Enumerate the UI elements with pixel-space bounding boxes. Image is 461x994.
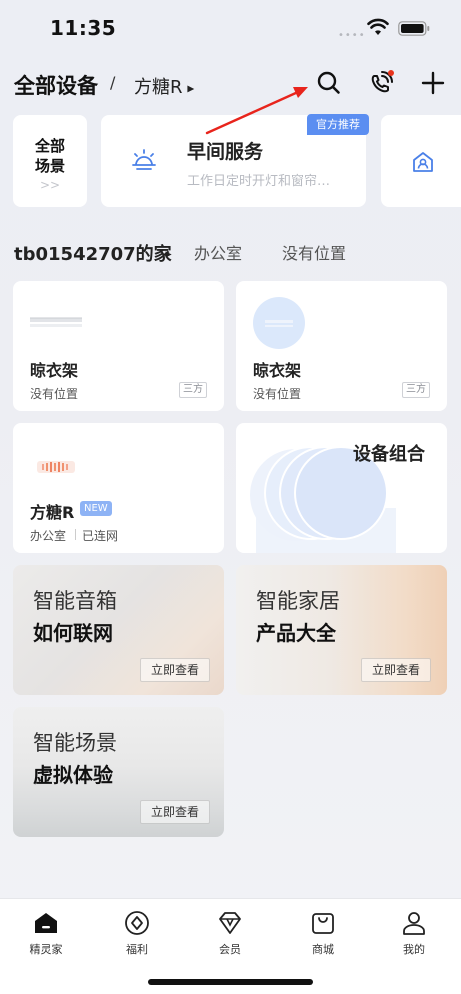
device-status: 已连网 xyxy=(82,529,119,543)
service-name: 早间服务 xyxy=(187,141,264,163)
speaker-image xyxy=(37,461,75,473)
promo-speaker-setup[interactable]: 智能音箱 如何联网 立即查看 xyxy=(13,565,224,695)
device-card-drying-rack-1[interactable]: 晾衣架 没有位置 三方 xyxy=(13,281,224,411)
device-card-drying-rack-2[interactable]: 晾衣架 没有位置 三方 xyxy=(236,281,447,411)
device-card-fangtang-r[interactable]: 方糖R NEW 办公室 已连网 xyxy=(13,423,224,553)
home-outline-icon xyxy=(413,152,433,172)
device-name: 晾衣架 xyxy=(30,361,79,380)
voice-call-icon[interactable] xyxy=(366,68,396,98)
dropdown-arrow-icon[interactable]: ▲ xyxy=(165,251,174,257)
status-bar: 11:35 •••• xyxy=(0,0,461,58)
promo-smart-home-products[interactable]: 智能家居 产品大全 立即查看 xyxy=(236,565,447,695)
wifi-icon xyxy=(367,18,389,35)
device-location: 没有位置 xyxy=(253,387,302,401)
official-recommend-badge: 官方推荐 xyxy=(307,114,369,135)
battery-icon xyxy=(398,21,430,36)
home-icon xyxy=(35,913,57,933)
sunrise-icon xyxy=(132,149,156,170)
signal-icon: •••• xyxy=(338,30,366,41)
tab-benefits[interactable]: 福利 xyxy=(107,909,167,957)
current-device-selector[interactable]: 方糖R xyxy=(134,73,183,99)
home-selector[interactable]: tb01542707的家 xyxy=(14,240,172,266)
home-indicator xyxy=(148,979,313,985)
service-description: 工作日定时开灯和窗帘… xyxy=(187,174,331,189)
gift-diamond-icon xyxy=(125,911,149,935)
view-now-button[interactable]: 立即查看 xyxy=(361,658,431,682)
promo-title: 智能家居 xyxy=(256,589,340,613)
drying-rack-image xyxy=(253,297,305,349)
device-group-card[interactable]: 设备组合 xyxy=(236,423,447,553)
device-name: 方糖R xyxy=(30,503,75,522)
all-scenes-button[interactable]: 全部 场景 >> xyxy=(13,115,87,207)
third-party-tag: 三方 xyxy=(179,382,207,398)
room-tab-office[interactable]: 办公室 xyxy=(194,240,242,264)
header: 全部设备 / 方糖R ▲ xyxy=(0,62,461,106)
tab-profile[interactable]: 我的 xyxy=(384,909,444,957)
device-location: 没有位置 xyxy=(30,387,79,401)
tab-label: 商城 xyxy=(312,943,334,956)
room-tabs: tb01542707的家 ▲ 办公室 没有位置 xyxy=(0,237,461,267)
chevron-right-icon: >> xyxy=(39,178,61,192)
add-icon[interactable] xyxy=(418,68,448,98)
shopping-bag-icon xyxy=(312,913,334,934)
profile-icon xyxy=(403,912,425,935)
tab-mall[interactable]: 商城 xyxy=(293,909,353,957)
tab-home[interactable]: 精灵家 xyxy=(16,909,76,957)
all-scenes-label-line1: 全部 xyxy=(34,137,65,155)
promo-subtitle: 产品大全 xyxy=(256,621,336,645)
view-now-button[interactable]: 立即查看 xyxy=(140,658,210,682)
device-group-label: 设备组合 xyxy=(353,444,425,465)
new-badge: NEW xyxy=(80,501,112,516)
third-party-tag: 三方 xyxy=(402,382,430,398)
diamond-icon xyxy=(219,912,241,934)
promo-subtitle: 虚拟体验 xyxy=(33,763,113,787)
page-title[interactable]: 全部设备 xyxy=(14,70,98,100)
search-icon[interactable] xyxy=(314,68,344,98)
promo-title: 智能场景 xyxy=(33,731,117,755)
promo-title: 智能音箱 xyxy=(33,589,117,613)
status-time: 11:35 xyxy=(50,16,117,40)
room-tab-no-location[interactable]: 没有位置 xyxy=(282,240,346,264)
tab-membership[interactable]: 会员 xyxy=(200,909,260,957)
device-name: 晾衣架 xyxy=(253,361,302,380)
title-separator: / xyxy=(110,73,116,92)
tab-label: 精灵家 xyxy=(29,943,63,956)
divider xyxy=(75,529,76,540)
tab-label: 福利 xyxy=(126,943,148,956)
promo-virtual-scene[interactable]: 智能场景 虚拟体验 立即查看 xyxy=(13,707,224,837)
device-location: 办公室 xyxy=(30,529,67,543)
all-scenes-label-line2: 场景 xyxy=(34,157,65,175)
view-now-button[interactable]: 立即查看 xyxy=(140,800,210,824)
tab-label: 会员 xyxy=(219,943,241,956)
promo-subtitle: 如何联网 xyxy=(33,621,113,645)
scene-card-partial[interactable] xyxy=(381,115,461,207)
drying-rack-image xyxy=(30,317,82,327)
tab-label: 我的 xyxy=(403,943,425,956)
dropdown-arrow-icon[interactable]: ▲ xyxy=(185,86,195,93)
